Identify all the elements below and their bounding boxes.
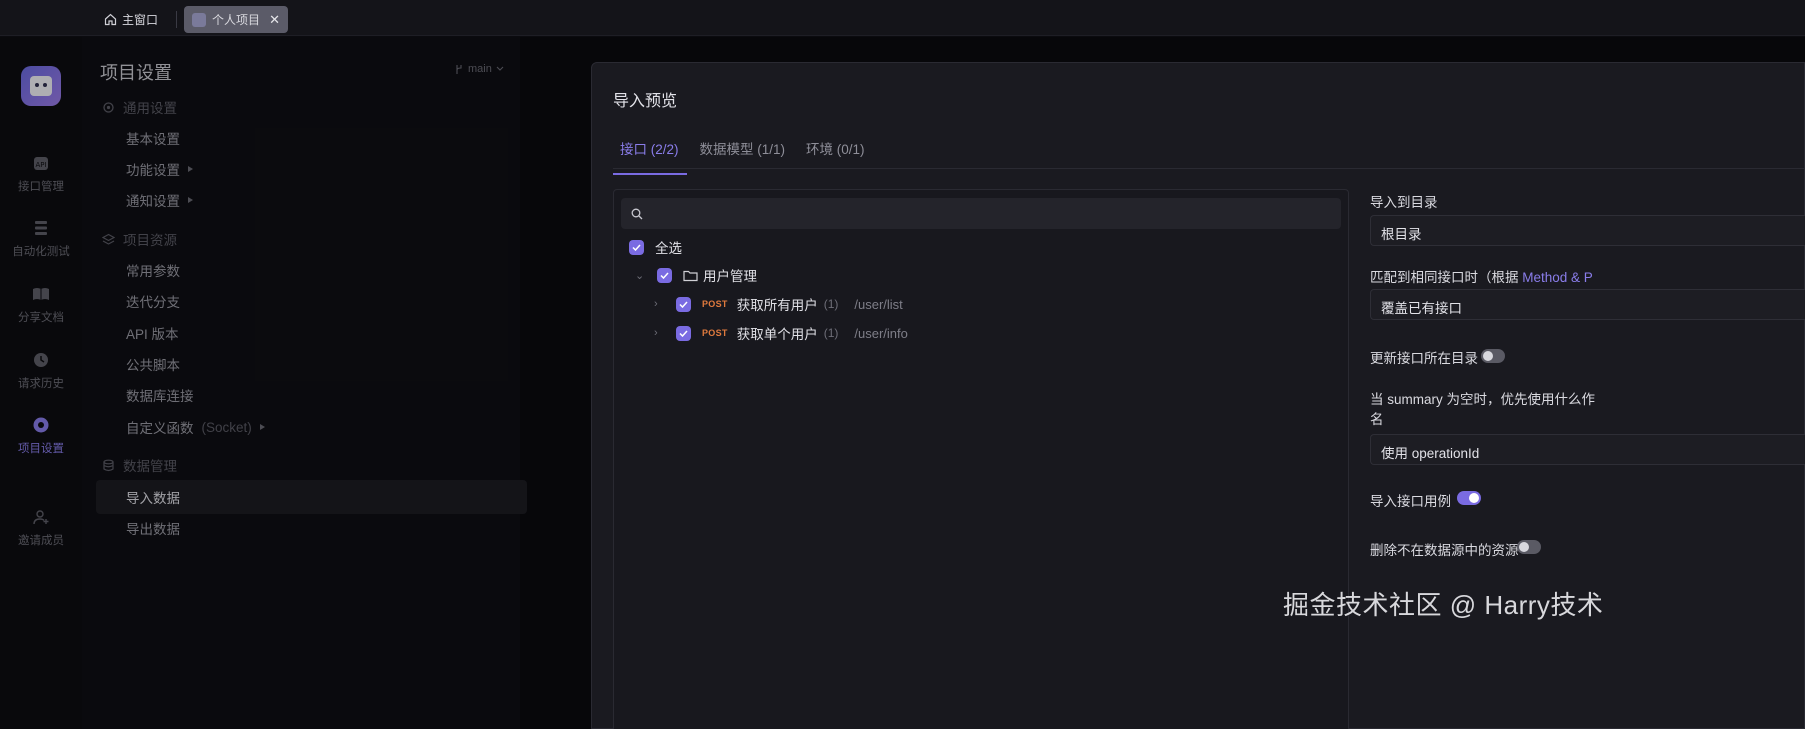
tab-environments[interactable]: 环境 (0/1) [799,139,873,175]
modal-title: 导入预览 [613,93,678,110]
http-method-badge: POST [702,299,728,309]
import-dir-label: 导入到目录 [1370,195,1438,210]
close-icon[interactable]: ✕ [269,12,280,28]
endpoint-path: /user/list [854,296,903,312]
endpoint-name: 获取单个用户 [736,327,818,342]
folder-name: 用户管理 [703,269,757,284]
tab-personal-project[interactable]: 个人项目 ✕ [184,6,288,33]
chevron-right-icon[interactable]: › [654,298,666,310]
select-all-row[interactable]: 全选 [629,237,682,257]
chevron-right-icon[interactable]: › [654,327,666,339]
tab-main-window[interactable]: 主窗口 [104,6,158,33]
check-icon [660,271,669,279]
import-cases-label: 导入接口用例 [1370,494,1451,509]
project-logo-icon [192,12,206,27]
tab-main-window-label: 主窗口 [122,13,159,27]
chevron-down-icon[interactable]: ⌄ [635,269,647,282]
match-rule-text: 匹配到相同接口时（根据 [1370,270,1523,285]
update-dir-toggle[interactable] [1481,349,1505,363]
case-count: (1) [823,326,839,340]
modal-tabs: 接口 (2/2) 数据模型 (1/1) 环境 (0/1) [613,139,879,175]
checkbox-checked[interactable] [629,239,644,255]
import-preview-modal: 导入预览 接口 (2/2) 数据模型 (1/1) 环境 (0/1) 全选 ⌄ 用… [591,62,1805,729]
folder-icon [683,270,698,281]
import-dir-select[interactable]: 根目录 [1370,215,1805,246]
tab-divider [176,11,177,28]
check-icon [679,300,688,308]
endpoint-row[interactable]: › POST 获取所有用户 (1) /user/list [654,294,903,314]
watermark: 掘金技术社区 @ Harry技术 [1283,590,1604,620]
checkbox-checked[interactable] [676,296,691,312]
delete-missing-toggle[interactable] [1517,540,1541,554]
match-rule-accent: Method & P [1522,270,1593,285]
http-method-badge: POST [702,328,728,338]
endpoint-path: /user/info [854,325,908,341]
check-icon [632,243,641,251]
match-rule-select[interactable]: 覆盖已有接口 [1370,289,1805,320]
match-rule-label: 匹配到相同接口时（根据 Method & P [1370,266,1593,286]
check-icon [679,329,688,337]
window-tab-bar: 主窗口 个人项目 ✕ [0,0,1805,36]
search-input[interactable] [621,198,1341,229]
import-cases-toggle[interactable] [1457,491,1481,505]
home-icon [104,13,117,26]
tabs-divider [613,168,1805,169]
case-count: (1) [823,297,839,311]
update-dir-label: 更新接口所在目录 [1370,351,1478,366]
search-icon [631,208,643,219]
summary-label-line1: 当 summary 为空时，优先使用什么作 [1370,392,1596,407]
summary-fallback-label: 当 summary 为空时，优先使用什么作 名 [1370,390,1595,430]
checkbox-checked[interactable] [676,325,691,341]
tab-endpoints[interactable]: 接口 (2/2) [613,139,687,175]
endpoint-row[interactable]: › POST 获取单个用户 (1) /user/info [654,323,908,343]
select-all-label: 全选 [655,241,682,256]
summary-label-line2: 名 [1370,412,1384,427]
endpoint-tree-panel: 全选 ⌄ 用户管理 › POST 获取所有用户 (1) /user/list ›… [613,189,1349,729]
tab-data-models[interactable]: 数据模型 (1/1) [693,139,794,175]
delete-missing-label: 删除不在数据源中的资源 [1370,543,1519,558]
endpoint-name: 获取所有用户 [736,298,818,313]
tab-personal-project-label: 个人项目 [212,13,261,27]
summary-fallback-select[interactable]: 使用 operationId [1370,434,1805,465]
folder-row[interactable]: ⌄ 用户管理 [635,265,757,285]
checkbox-checked[interactable] [657,267,672,283]
